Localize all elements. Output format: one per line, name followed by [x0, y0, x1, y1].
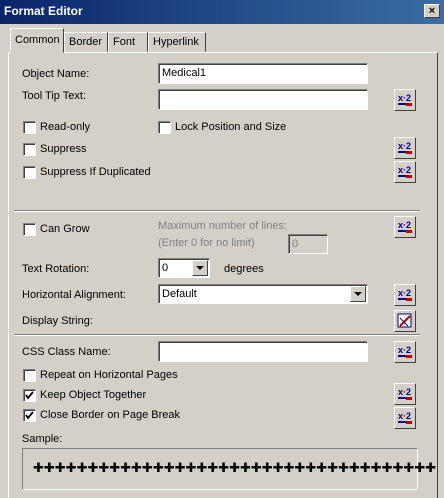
- can-grow-formula-button[interactable]: x·2: [394, 216, 416, 238]
- display-string-formula-button[interactable]: [394, 310, 416, 332]
- tab-label: Font: [113, 36, 136, 48]
- repeat-horizontal-label: Repeat on Horizontal Pages: [40, 369, 178, 381]
- keep-together-formula-button[interactable]: x·2: [394, 383, 416, 405]
- lock-position-label: Lock Position and Size: [175, 121, 287, 133]
- title-bar[interactable]: Format Editor ×: [0, 0, 444, 24]
- can-grow-label: Can Grow: [40, 223, 90, 235]
- text-rotation-value: 0: [162, 262, 169, 274]
- formula-x2-icon: x·2: [398, 387, 412, 400]
- formula-edit-icon: [397, 313, 412, 328]
- sample-label: Sample:: [22, 433, 63, 445]
- checkmark-icon: [25, 411, 34, 420]
- svg-text:x·2: x·2: [398, 288, 411, 298]
- formula-x2-icon: x·2: [398, 220, 412, 233]
- formula-x2-icon: x·2: [398, 411, 412, 424]
- svg-text:x·2: x·2: [398, 345, 411, 355]
- suppress-checkbox[interactable]: [23, 143, 36, 156]
- tooltip-label: Tool Tip Text:: [22, 90, 86, 102]
- horizontal-alignment-select[interactable]: Default: [158, 284, 368, 304]
- keep-together-label: Keep Object Together: [40, 389, 147, 401]
- max-lines-label: Maximum number of lines:: [158, 220, 287, 232]
- tab-label: Border: [69, 36, 103, 48]
- max-lines-input[interactable]: 0: [288, 234, 328, 254]
- text-rotation-select[interactable]: 0: [158, 258, 210, 278]
- tab-font[interactable]: Font: [108, 32, 148, 52]
- css-class-formula-button[interactable]: x·2: [394, 341, 416, 363]
- svg-text:x·2: x·2: [398, 387, 411, 397]
- tab-border[interactable]: Border: [64, 32, 108, 52]
- css-class-input[interactable]: [158, 341, 368, 362]
- tooltip-formula-button[interactable]: x·2: [394, 89, 416, 111]
- svg-text:x·2: x·2: [398, 141, 411, 151]
- svg-text:x·2: x·2: [398, 93, 411, 103]
- object-name-label: Object Name:: [22, 68, 90, 80]
- svg-text:x·2: x·2: [398, 411, 411, 421]
- close-border-label: Close Border on Page Break: [40, 409, 181, 421]
- formula-x2-icon: x·2: [398, 345, 412, 358]
- format-editor-window: Format Editor × Common Border Font Hyper…: [0, 0, 444, 498]
- lock-position-checkbox[interactable]: [158, 121, 171, 134]
- svg-text:x·2: x·2: [398, 220, 411, 230]
- display-string-label: Display String:: [22, 315, 93, 327]
- formula-x2-icon: x·2: [398, 93, 412, 106]
- formula-x2-icon: x·2: [398, 165, 412, 178]
- window-title: Format Editor: [4, 4, 83, 18]
- degrees-label: degrees: [224, 263, 264, 275]
- readonly-label: Read-only: [40, 121, 91, 133]
- close-button[interactable]: ×: [424, 4, 440, 18]
- text-rotation-label: Text Rotation:: [22, 263, 90, 275]
- separator: [14, 210, 420, 212]
- suppress-formula-button[interactable]: x·2: [394, 137, 416, 159]
- separator: [14, 334, 420, 336]
- close-border-formula-button[interactable]: x·2: [394, 407, 416, 429]
- horizontal-alignment-formula-button[interactable]: x·2: [394, 284, 416, 306]
- object-name-input[interactable]: Medical1: [158, 63, 368, 84]
- horizontal-alignment-label: Horizontal Alignment:: [22, 289, 126, 301]
- suppress-label: Suppress: [40, 143, 87, 155]
- sample-text: ✚✚✚✚✚✚✚✚✚✚✚✚✚✚✚✚✚✚✚✚✚✚✚✚✚✚✚✚✚✚✚✚✚✚✚✚✚: [33, 460, 437, 475]
- max-lines-hint: (Enter 0 for no limit): [158, 237, 255, 249]
- horizontal-alignment-value: Default: [162, 288, 197, 300]
- readonly-checkbox[interactable]: [23, 121, 36, 134]
- tab-panel-common: [8, 52, 438, 498]
- formula-x2-icon: x·2: [398, 288, 412, 301]
- suppress-duplicated-checkbox[interactable]: [23, 166, 36, 179]
- checkmark-icon: [25, 391, 34, 400]
- chevron-down-icon[interactable]: [350, 286, 366, 302]
- tooltip-input[interactable]: [158, 89, 368, 110]
- formula-x2-icon: x·2: [398, 141, 412, 154]
- close-icon: ×: [428, 5, 436, 17]
- tab-label: Common: [15, 34, 60, 46]
- svg-text:x·2: x·2: [398, 165, 411, 175]
- suppress-duplicated-label: Suppress If Duplicated: [40, 166, 151, 178]
- keep-together-checkbox[interactable]: [23, 389, 36, 402]
- chevron-down-icon[interactable]: [192, 260, 208, 276]
- sample-preview: ✚✚✚✚✚✚✚✚✚✚✚✚✚✚✚✚✚✚✚✚✚✚✚✚✚✚✚✚✚✚✚✚✚✚✚✚✚: [22, 448, 436, 490]
- repeat-horizontal-checkbox[interactable]: [23, 369, 36, 382]
- suppress-duplicated-formula-button[interactable]: x·2: [394, 161, 416, 183]
- tab-hyperlink[interactable]: Hyperlink: [148, 32, 206, 52]
- close-border-checkbox[interactable]: [23, 409, 36, 422]
- can-grow-checkbox[interactable]: [23, 223, 36, 236]
- tab-label: Hyperlink: [153, 36, 199, 48]
- tab-common[interactable]: Common: [10, 28, 64, 53]
- css-class-label: CSS Class Name:: [22, 346, 111, 358]
